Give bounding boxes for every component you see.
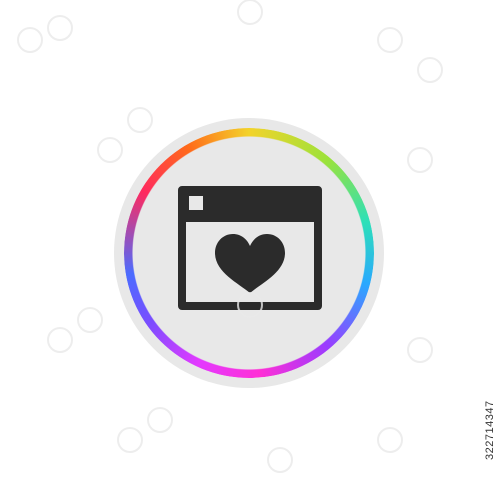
browser-heart-icon (178, 186, 322, 310)
stock-image-id: 322714347 (484, 400, 496, 460)
heart-icon (215, 234, 285, 293)
icon-stage: 322714347 (0, 0, 500, 500)
window-control-square (189, 196, 203, 210)
